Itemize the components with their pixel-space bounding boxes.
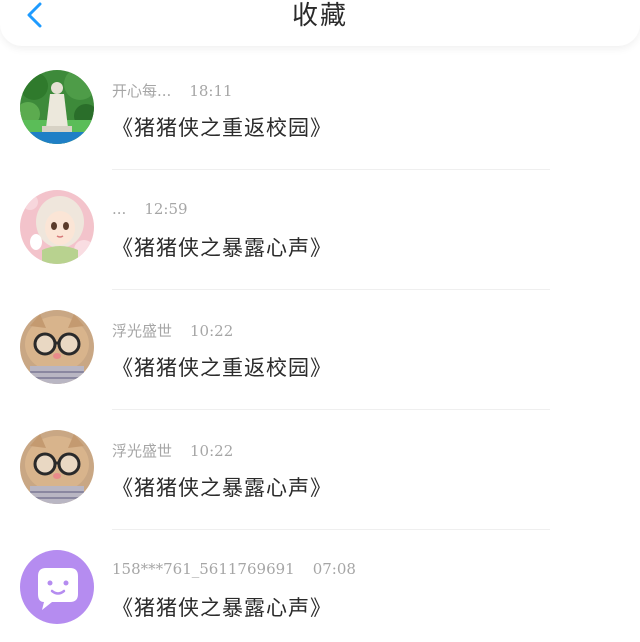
default-chat-avatar <box>20 550 94 624</box>
timestamp: 10:22 <box>190 442 234 460</box>
cartoon-girl-avatar <box>20 190 94 264</box>
avatar[interactable] <box>20 190 94 264</box>
username: 158***761_5611769691 <box>112 560 295 578</box>
cat-with-glasses-avatar <box>20 430 94 504</box>
timestamp: 10:22 <box>190 322 234 340</box>
item-title: 《猪猪侠之暴露心声》 <box>112 596 332 620</box>
timestamp: 12:59 <box>144 200 188 218</box>
favorites-list: 开心每... 18:11 《猪猪侠之重返校园》 ... 12:59 《猪猪侠之暴… <box>0 50 640 642</box>
item-meta: ... 12:59 <box>112 200 188 218</box>
timestamp: 18:11 <box>189 82 233 100</box>
item-title: 《猪猪侠之重返校园》 <box>112 116 332 140</box>
item-title: 《猪猪侠之重返校园》 <box>112 356 332 380</box>
timestamp: 07:08 <box>312 560 356 578</box>
item-title: 《猪猪侠之暴露心声》 <box>112 476 332 500</box>
username: 开心每... <box>112 82 172 100</box>
statue-photo-avatar <box>20 70 94 144</box>
item-meta: 开心每... 18:11 <box>112 80 233 101</box>
favorite-item[interactable]: 开心每... 18:11 《猪猪侠之重返校园》 <box>0 50 640 170</box>
avatar[interactable] <box>20 550 94 624</box>
username: 浮光盛世 <box>112 442 173 460</box>
item-meta: 浮光盛世 10:22 <box>112 320 233 341</box>
favorite-item[interactable]: 浮光盛世 10:22 《猪猪侠之暴露心声》 <box>0 410 640 530</box>
item-meta: 浮光盛世 10:22 <box>112 440 233 461</box>
avatar[interactable] <box>20 70 94 144</box>
favorite-item[interactable]: 158***761_5611769691 07:08 《猪猪侠之暴露心声》 <box>0 530 640 642</box>
username: ... <box>112 200 127 218</box>
favorite-item[interactable]: 浮光盛世 10:22 《猪猪侠之重返校园》 <box>0 290 640 410</box>
page-title: 收藏 <box>291 1 348 31</box>
item-title: 《猪猪侠之暴露心声》 <box>112 236 332 260</box>
header-bar: 收藏 <box>0 0 640 46</box>
avatar[interactable] <box>20 430 94 504</box>
username: 浮光盛世 <box>112 322 173 340</box>
favorite-item[interactable]: ... 12:59 《猪猪侠之暴露心声》 <box>0 170 640 290</box>
item-meta: 158***761_5611769691 07:08 <box>112 560 356 578</box>
favorites-page: 收藏 开心每... 18:11 《猪猪侠之重返校园》 ... 12:59 《猪猪… <box>0 0 640 642</box>
cat-with-glasses-avatar <box>20 310 94 384</box>
avatar[interactable] <box>20 310 94 384</box>
